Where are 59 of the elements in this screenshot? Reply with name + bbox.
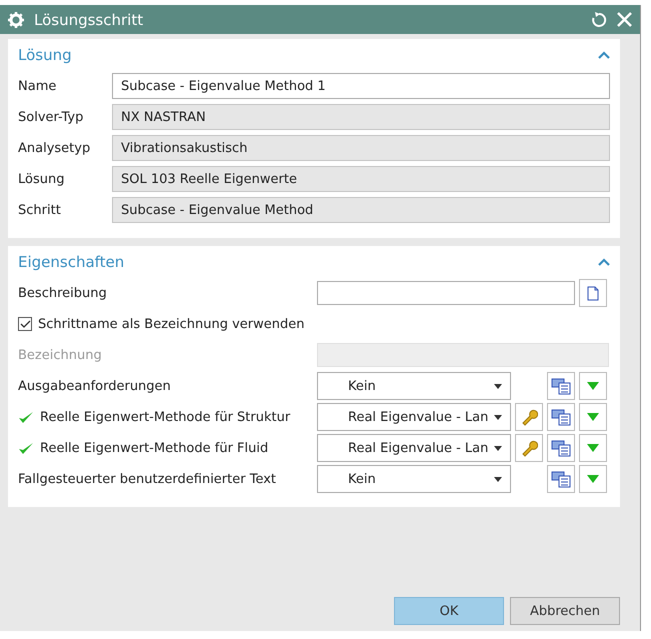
dropdown[interactable]: Real Eigenvalue - Lan: [317, 434, 511, 462]
expand-button[interactable]: [579, 403, 607, 431]
triangle-icon: [587, 444, 599, 452]
checkbox-label: Schrittname als Bezeichnung verwenden: [38, 316, 305, 332]
field-label: Solver-Typ: [18, 110, 84, 124]
field-label: Analysetyp: [18, 140, 92, 156]
collapse-icon[interactable]: [598, 51, 610, 59]
reset-icon[interactable]: [591, 12, 607, 28]
text-field[interactable]: NX NASTRAN: [112, 104, 610, 130]
triangle-icon: [587, 413, 599, 421]
section-title: Eigenschaften: [18, 253, 124, 271]
dropdown[interactable]: Kein: [317, 372, 511, 400]
field-label: Lösung: [18, 172, 66, 186]
caret-icon: [494, 414, 502, 420]
caret-icon: [494, 384, 502, 388]
text-field[interactable]: Subcase - Eigenvalue Method 1: [112, 73, 610, 99]
text-field[interactable]: [317, 281, 575, 305]
dialog-button[interactable]: OK: [394, 597, 504, 625]
section-title: Lösung: [18, 46, 72, 64]
table-icon: [551, 377, 571, 395]
expand-button[interactable]: [579, 465, 607, 493]
field-label: Beschreibung: [18, 286, 108, 300]
gear-icon: [8, 12, 24, 28]
document-button[interactable]: [579, 279, 607, 307]
field-label: Reelle Eigenwert-Methode für Struktur: [40, 410, 290, 424]
text-field[interactable]: Subcase - Eigenvalue Method: [112, 197, 610, 223]
close-icon[interactable]: [617, 12, 632, 27]
field-label: Reelle Eigenwert-Methode für Fluid: [40, 440, 268, 456]
triangle-icon: [587, 475, 599, 483]
wrench-button[interactable]: [515, 403, 543, 431]
field-label: Bezeichnung: [18, 348, 103, 362]
caret-icon: [494, 476, 502, 482]
table-button[interactable]: [547, 465, 575, 493]
caret-icon: [494, 446, 502, 450]
text-field[interactable]: SOL 103 Reelle Eigenwerte: [112, 166, 610, 192]
field-label: Ausgabeanforderungen: [18, 378, 171, 394]
dropdown[interactable]: Kein: [317, 465, 511, 493]
expand-button[interactable]: [579, 372, 607, 400]
wrench-button[interactable]: [515, 434, 543, 462]
collapse-icon[interactable]: [598, 258, 610, 266]
document-icon: [587, 286, 599, 300]
field-label: Fallgesteuerter benutzerdefinierter Text: [18, 472, 276, 486]
checkbox[interactable]: [18, 317, 32, 331]
table-button[interactable]: [547, 403, 575, 431]
wrench-icon: [520, 439, 538, 457]
window-title: Lösungsschritt: [34, 10, 144, 28]
table-icon: [551, 470, 571, 488]
field-label: Name: [18, 78, 58, 94]
table-button[interactable]: [547, 434, 575, 462]
table-icon: [551, 408, 571, 426]
dropdown[interactable]: Real Eigenvalue - Lan: [317, 403, 511, 431]
table-button[interactable]: [547, 372, 575, 400]
text-field[interactable]: Vibrationsakustisch: [112, 135, 610, 161]
expand-button[interactable]: [579, 434, 607, 462]
triangle-icon: [587, 382, 599, 390]
field-label: Schritt: [18, 202, 62, 218]
table-icon: [551, 439, 571, 457]
dialog-button[interactable]: Abbrechen: [510, 597, 620, 625]
wrench-icon: [520, 408, 538, 426]
